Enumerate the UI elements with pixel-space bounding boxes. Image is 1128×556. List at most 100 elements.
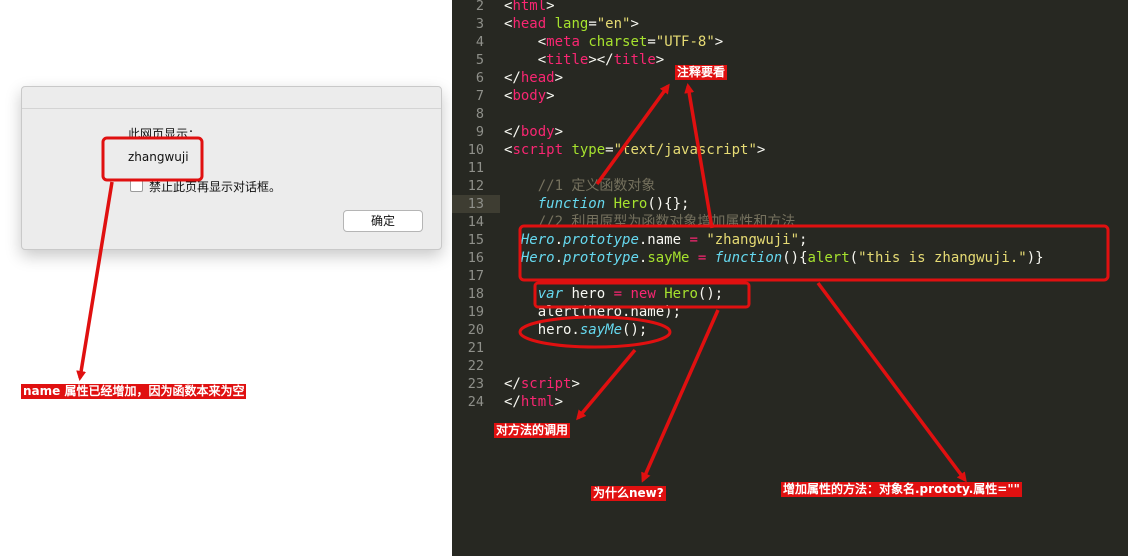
code-token: "en" bbox=[596, 16, 631, 32]
line-number: 24 bbox=[467, 394, 484, 410]
code-token: "text/javascript" bbox=[613, 142, 757, 158]
code-token: )} bbox=[1026, 250, 1044, 266]
line-number: 3 bbox=[475, 16, 484, 32]
suppress-dialogs-label[interactable]: 禁止此页再显示对话框。 bbox=[149, 178, 281, 195]
code-token: sayMe bbox=[579, 322, 623, 338]
code-token: hero. bbox=[504, 322, 580, 338]
code-line[interactable]: </html> bbox=[504, 393, 563, 411]
line-number: 20 bbox=[467, 322, 484, 338]
code-token: < bbox=[504, 34, 547, 50]
code-token: title bbox=[546, 52, 589, 68]
code-token: lang bbox=[554, 16, 589, 32]
suppress-dialogs-checkbox[interactable] bbox=[130, 179, 143, 192]
line-number: 13 bbox=[467, 196, 484, 212]
annotation-why-new: 为什么new? bbox=[591, 486, 666, 501]
code-line[interactable]: </head> bbox=[504, 69, 563, 87]
code-line[interactable]: <meta charset="UTF-8"> bbox=[504, 33, 724, 51]
dialog-titlebar bbox=[22, 87, 441, 109]
code-line[interactable]: <head lang="en"> bbox=[504, 15, 639, 33]
code-token: .name bbox=[638, 232, 690, 248]
annotation-add-property: 增加属性的方法：对象名.prototy.属性="" bbox=[781, 482, 1022, 497]
annotation-name-added: name 属性已经增加，因为函数本来为空 bbox=[21, 384, 247, 399]
code-token: script bbox=[512, 142, 564, 158]
code-token: alert bbox=[807, 250, 850, 266]
line-number: 21 bbox=[467, 340, 484, 356]
code-token: Hero bbox=[613, 196, 648, 212]
code-line[interactable]: Hero.prototype.name = "zhangwuji"; bbox=[504, 231, 808, 249]
line-number: 16 bbox=[467, 250, 484, 266]
line-number: 18 bbox=[467, 286, 484, 302]
code-token: //2 利用原型为函数对象增加属性和方法 bbox=[504, 214, 796, 230]
line-number: 11 bbox=[467, 160, 484, 176]
code-token: type bbox=[571, 142, 606, 158]
code-token: head bbox=[520, 70, 555, 86]
dialog-message: zhangwuji bbox=[128, 150, 189, 164]
code-token: > bbox=[571, 376, 580, 392]
code-token: head bbox=[512, 16, 547, 32]
code-token: </ bbox=[504, 376, 521, 392]
code-token: > bbox=[554, 70, 564, 86]
code-line[interactable]: </script> bbox=[504, 375, 580, 393]
code-token: //1 定义函数对象 bbox=[504, 178, 656, 194]
code-line[interactable]: <title></title> bbox=[504, 51, 665, 69]
line-number: 6 bbox=[475, 70, 484, 86]
code-token: hero bbox=[563, 286, 614, 302]
code-token: (); bbox=[622, 322, 648, 338]
code-token: meta bbox=[546, 34, 580, 50]
line-number: 7 bbox=[475, 88, 484, 104]
code-token: = bbox=[605, 142, 614, 158]
code-token: . bbox=[554, 250, 564, 266]
code-line[interactable]: var hero = new Hero(); bbox=[504, 285, 724, 303]
line-number: 12 bbox=[467, 178, 484, 194]
code-line[interactable]: alert(hero.name); bbox=[504, 303, 681, 321]
code-token: prototype bbox=[563, 250, 639, 266]
code-token: ( bbox=[849, 250, 859, 266]
code-line[interactable]: <html> bbox=[504, 0, 555, 15]
code-token: Hero bbox=[504, 232, 555, 248]
code-token: </ bbox=[504, 394, 521, 410]
code-token: > bbox=[630, 16, 639, 32]
code-token: ; bbox=[799, 232, 808, 248]
line-number: 2 bbox=[475, 0, 484, 14]
code-token: > bbox=[546, 0, 555, 14]
code-token: ></ bbox=[588, 52, 614, 68]
code-token: function bbox=[504, 196, 606, 212]
code-token: body bbox=[512, 88, 547, 104]
code-line[interactable]: <body> bbox=[504, 87, 555, 105]
line-number: 19 bbox=[467, 304, 484, 320]
code-token: var bbox=[504, 286, 564, 302]
code-token: "UTF-8" bbox=[655, 34, 715, 50]
line-number: 10 bbox=[467, 142, 484, 158]
code-line[interactable]: Hero.prototype.sayMe = function(){alert(… bbox=[504, 249, 1044, 267]
line-number: 14 bbox=[467, 214, 484, 230]
code-token: title bbox=[613, 52, 656, 68]
code-token: = bbox=[689, 232, 698, 248]
alert-dialog: 此网页显示： zhangwuji 禁止此页再显示对话框。 确定 bbox=[21, 86, 442, 250]
line-number: 8 bbox=[475, 106, 484, 122]
line-number: 22 bbox=[467, 358, 484, 374]
code-token: (){ bbox=[782, 250, 808, 266]
code-line[interactable]: hero.sayMe(); bbox=[504, 321, 648, 339]
code-token: > bbox=[554, 394, 564, 410]
ok-button[interactable]: 确定 bbox=[343, 210, 423, 232]
code-token: Hero bbox=[504, 250, 555, 266]
code-line[interactable]: <script type="text/javascript"> bbox=[504, 141, 765, 159]
line-number: 9 bbox=[475, 124, 484, 140]
annotation-see-comments: 注释要看 bbox=[675, 65, 728, 80]
code-line[interactable]: //1 定义函数对象 bbox=[504, 177, 656, 195]
code-token: charset bbox=[588, 34, 648, 50]
code-token: < bbox=[504, 52, 547, 68]
code-token: body bbox=[520, 124, 555, 140]
code-token: html bbox=[512, 0, 547, 14]
code-line[interactable]: function Hero(){}; bbox=[504, 195, 690, 213]
code-token: (); bbox=[697, 286, 724, 302]
code-line[interactable]: //2 利用原型为函数对象增加属性和方法 bbox=[504, 213, 796, 231]
code-token: new bbox=[630, 286, 656, 302]
code-line[interactable]: </body> bbox=[504, 123, 563, 141]
code-editor[interactable]: 2 3 4 5 6 7 8 9 10 11 12 13 14 15 16 17 18 19 20 21 22 23 24 <… bbox=[452, 0, 1128, 556]
